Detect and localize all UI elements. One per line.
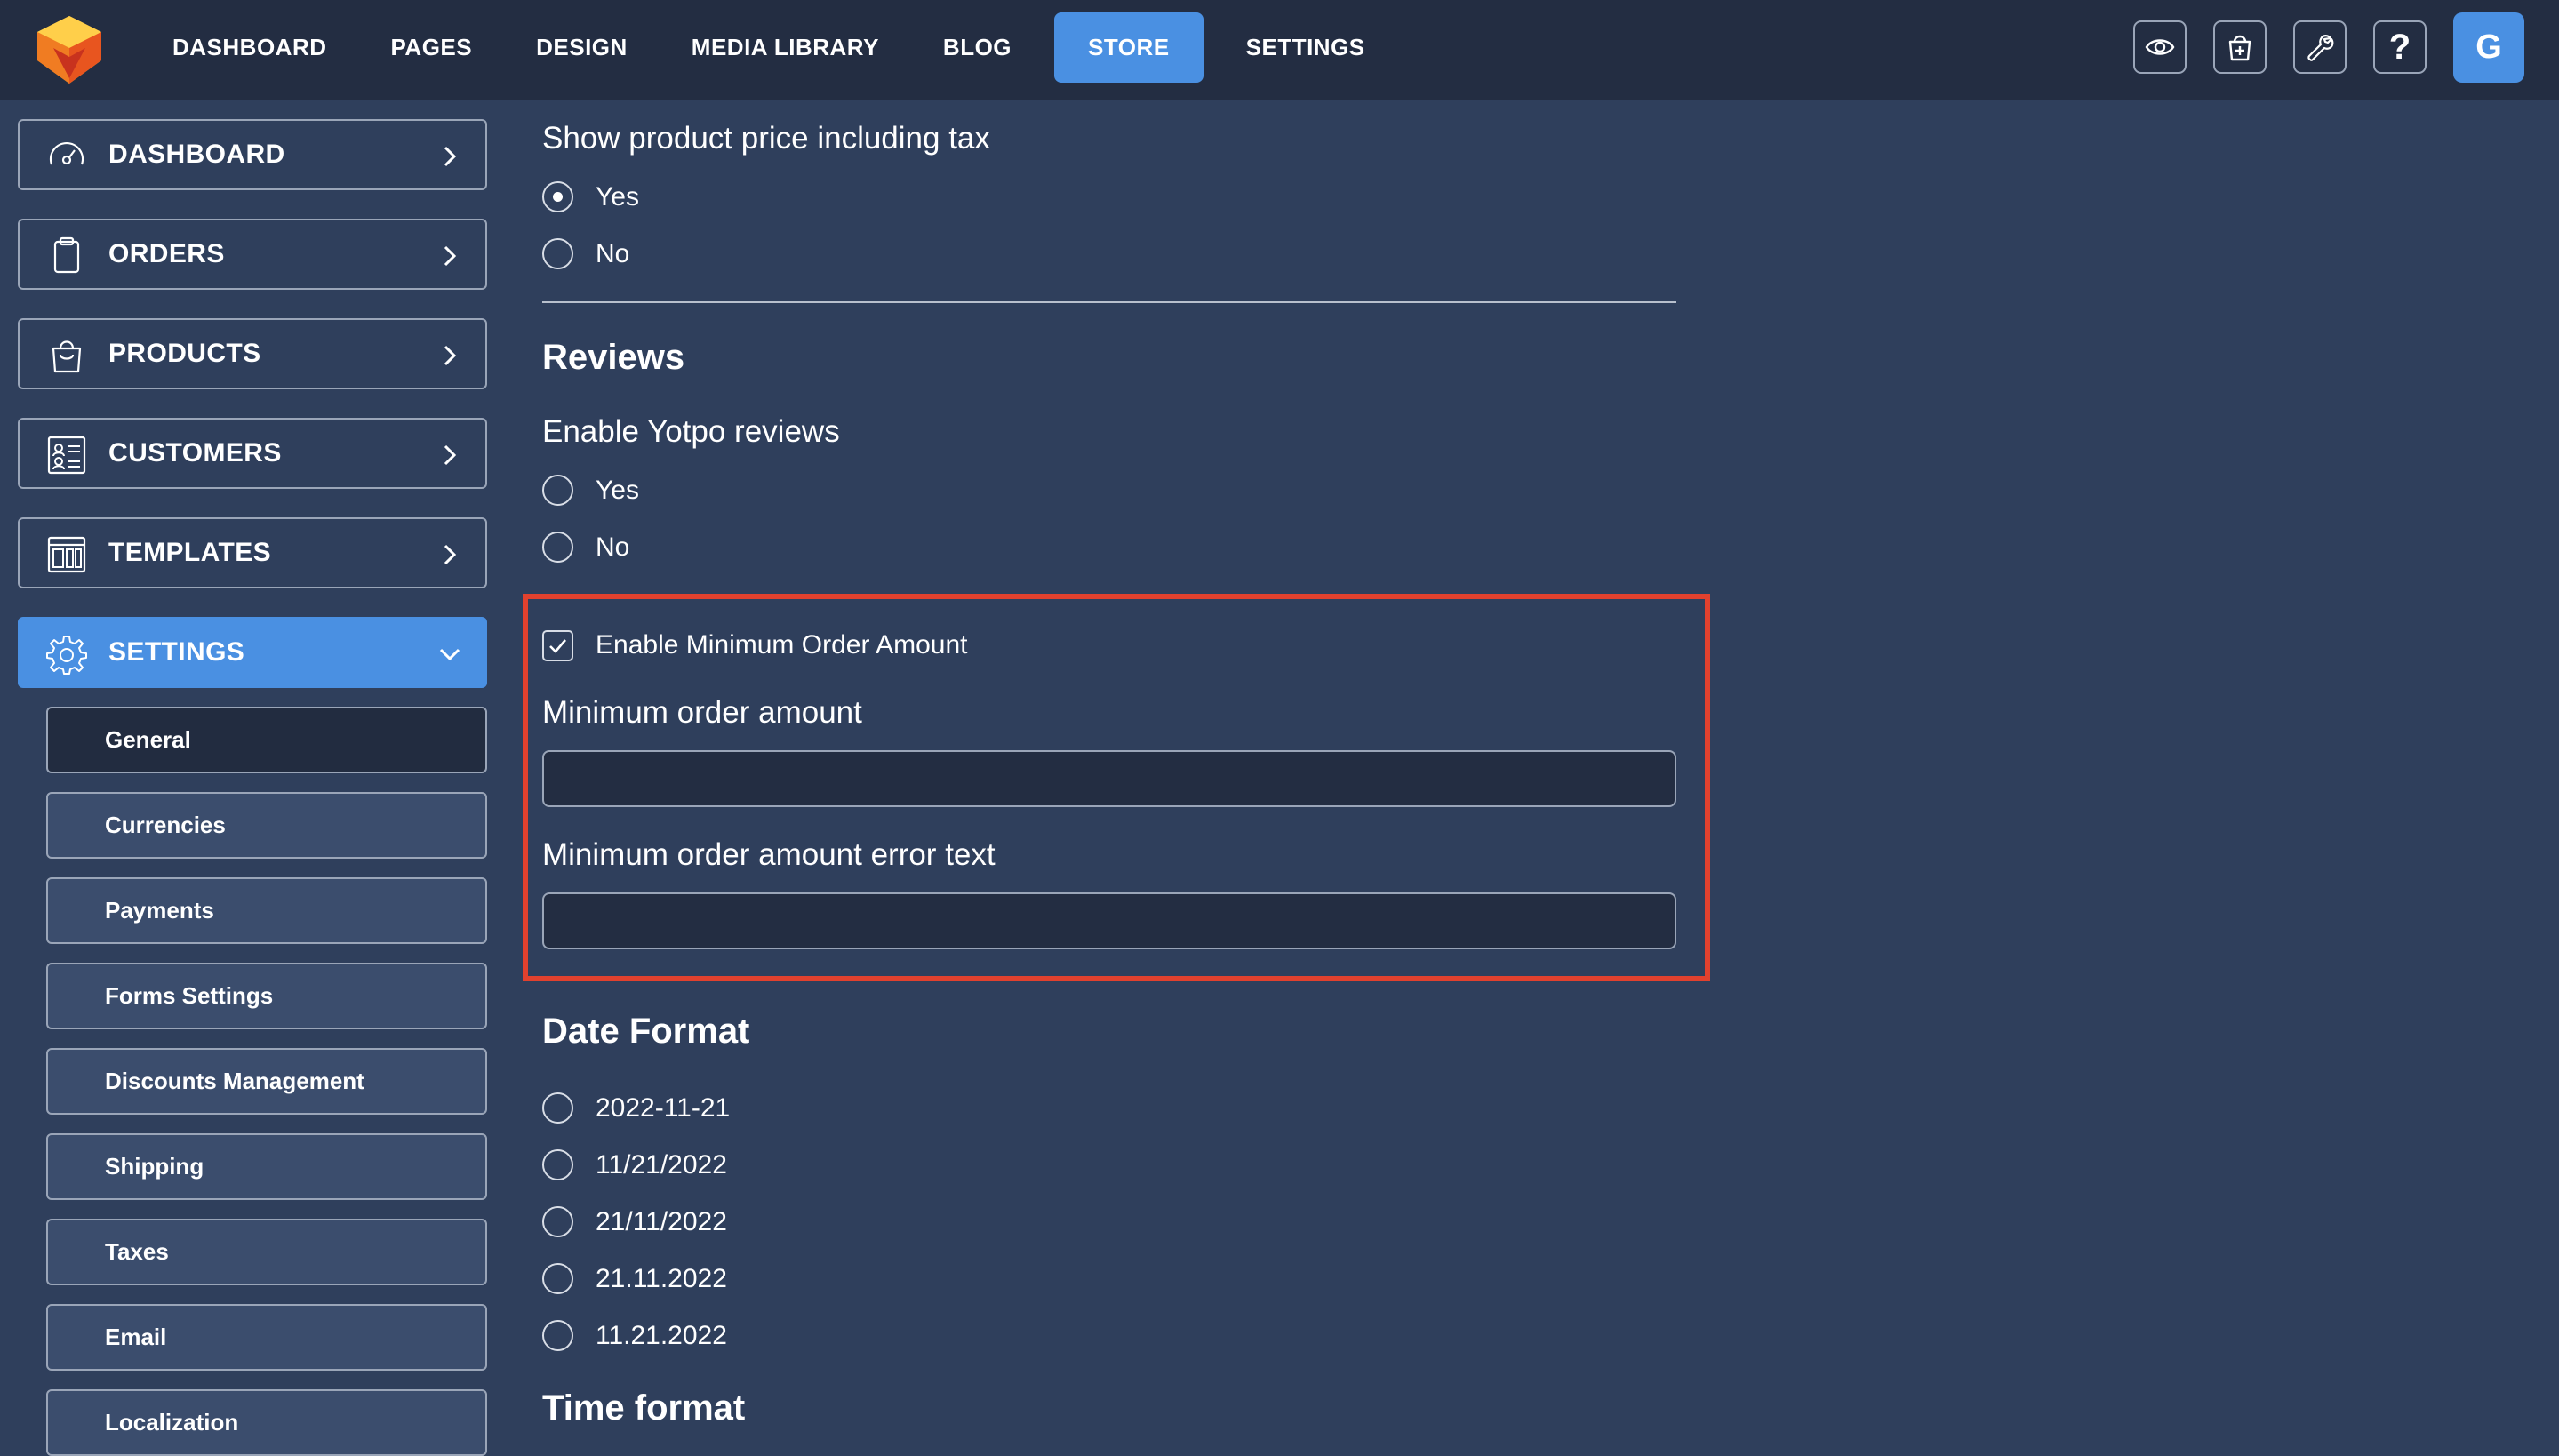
chevron-right-icon xyxy=(444,146,457,167)
date-format-heading: Date Format xyxy=(542,1012,750,1051)
settings-sub-forms-settings[interactable]: Forms Settings xyxy=(46,963,487,1029)
min-order-checkbox[interactable] xyxy=(542,630,573,661)
settings-sub-email[interactable]: Email xyxy=(46,1304,487,1371)
settings-sub-general[interactable]: General xyxy=(46,707,487,773)
sidebar-item-label: SETTINGS xyxy=(108,637,245,667)
speedometer-icon xyxy=(49,141,84,165)
sidebar-item-label: TEMPLATES xyxy=(108,538,272,567)
yotpo-reviews-label: Enable Yotpo reviews xyxy=(542,414,840,449)
top-navigation-bar: DASHBOARD PAGES DESIGN MEDIA LIBRARY BLO… xyxy=(0,0,2559,100)
price-tax-yes-label: Yes xyxy=(596,182,639,212)
add-to-cart-icon xyxy=(2228,35,2251,61)
nav-settings[interactable]: SETTINGS xyxy=(1225,12,1387,83)
settings-sub-payments[interactable]: Payments xyxy=(46,877,487,944)
sidebar-item-orders[interactable]: ORDERS xyxy=(18,219,487,290)
date-format-radio-2[interactable] xyxy=(542,1149,573,1180)
sidebar-item-label: ORDERS xyxy=(108,239,225,268)
template-icon xyxy=(47,536,86,573)
eye-icon xyxy=(2145,39,2175,55)
min-order-amount-label: Minimum order amount xyxy=(542,695,862,730)
nav-blog[interactable]: BLOG xyxy=(922,12,1033,83)
date-format-radio-4[interactable] xyxy=(542,1263,573,1294)
date-format-radio-1[interactable] xyxy=(542,1092,573,1124)
logo-icon[interactable] xyxy=(32,12,107,87)
sidebar-item-label: DASHBOARD xyxy=(108,140,285,169)
price-tax-yes-radio[interactable] xyxy=(542,181,573,212)
price-tax-no-radio[interactable] xyxy=(542,238,573,269)
section-divider xyxy=(542,301,1676,303)
yotpo-no-radio[interactable] xyxy=(542,532,573,563)
main-nav: DASHBOARD PAGES DESIGN MEDIA LIBRARY BLO… xyxy=(151,12,1408,83)
sidebar-item-products[interactable]: PRODUCTS xyxy=(18,318,487,389)
chevron-right-icon xyxy=(444,345,457,366)
contact-card-icon xyxy=(47,436,86,475)
yotpo-no-label: No xyxy=(596,532,630,562)
time-format-heading: Time format xyxy=(542,1388,746,1428)
yotpo-yes-label: Yes xyxy=(596,476,639,505)
date-format-option-2: 11/21/2022 xyxy=(596,1150,727,1180)
help-button[interactable]: ? xyxy=(2373,20,2427,74)
min-order-checkbox-label: Enable Minimum Order Amount xyxy=(596,630,968,660)
nav-media-library[interactable]: MEDIA LIBRARY xyxy=(670,12,900,83)
settings-sub-taxes[interactable]: Taxes xyxy=(46,1219,487,1285)
date-format-radio-3[interactable] xyxy=(542,1206,573,1237)
nav-pages[interactable]: PAGES xyxy=(370,12,494,83)
chevron-down-icon xyxy=(439,648,460,661)
min-order-amount-input[interactable] xyxy=(542,750,1676,807)
tools-button[interactable] xyxy=(2293,20,2347,74)
settings-sub-shipping[interactable]: Shipping xyxy=(46,1133,487,1200)
price-tax-label: Show product price including tax xyxy=(542,121,990,156)
date-format-option-4: 21.11.2022 xyxy=(596,1264,727,1293)
chevron-right-icon xyxy=(444,444,457,466)
sidebar-item-customers[interactable]: CUSTOMERS xyxy=(18,418,487,489)
sidebar-item-label: PRODUCTS xyxy=(108,339,261,368)
yotpo-yes-radio[interactable] xyxy=(542,475,573,506)
date-format-option-5: 11.21.2022 xyxy=(596,1321,727,1350)
date-format-radio-5[interactable] xyxy=(542,1320,573,1351)
nav-design[interactable]: DESIGN xyxy=(515,12,649,83)
gear-icon xyxy=(46,636,87,675)
min-order-error-text-input[interactable] xyxy=(542,892,1676,949)
price-tax-no-label: No xyxy=(596,239,630,268)
nav-dashboard[interactable]: DASHBOARD xyxy=(151,12,348,83)
sidebar-item-settings[interactable]: SETTINGS xyxy=(18,617,487,688)
chevron-right-icon xyxy=(444,245,457,267)
chevron-right-icon xyxy=(444,544,457,565)
settings-sub-discounts-management[interactable]: Discounts Management xyxy=(46,1048,487,1115)
settings-sub-currencies[interactable]: Currencies xyxy=(46,792,487,859)
date-format-option-3: 21/11/2022 xyxy=(596,1207,727,1236)
settings-sub-localization[interactable]: Localization xyxy=(46,1389,487,1456)
checkmark-icon xyxy=(549,639,566,653)
preview-button[interactable] xyxy=(2133,20,2187,74)
min-order-error-text-label: Minimum order amount error text xyxy=(542,837,996,872)
sidebar-item-dashboard[interactable]: DASHBOARD xyxy=(18,119,487,190)
sidebar-item-templates[interactable]: TEMPLATES xyxy=(18,517,487,588)
reviews-heading: Reviews xyxy=(542,338,685,377)
sidebar-item-label: CUSTOMERS xyxy=(108,438,282,468)
shopping-bag-icon xyxy=(52,340,82,373)
wrench-icon xyxy=(2307,35,2334,61)
clipboard-icon xyxy=(53,236,80,274)
store-add-button[interactable] xyxy=(2213,20,2267,74)
user-avatar[interactable]: G xyxy=(2453,12,2524,83)
date-format-option-1: 2022-11-21 xyxy=(596,1093,731,1123)
help-icon: ? xyxy=(2388,27,2411,67)
nav-store[interactable]: STORE xyxy=(1054,12,1204,83)
